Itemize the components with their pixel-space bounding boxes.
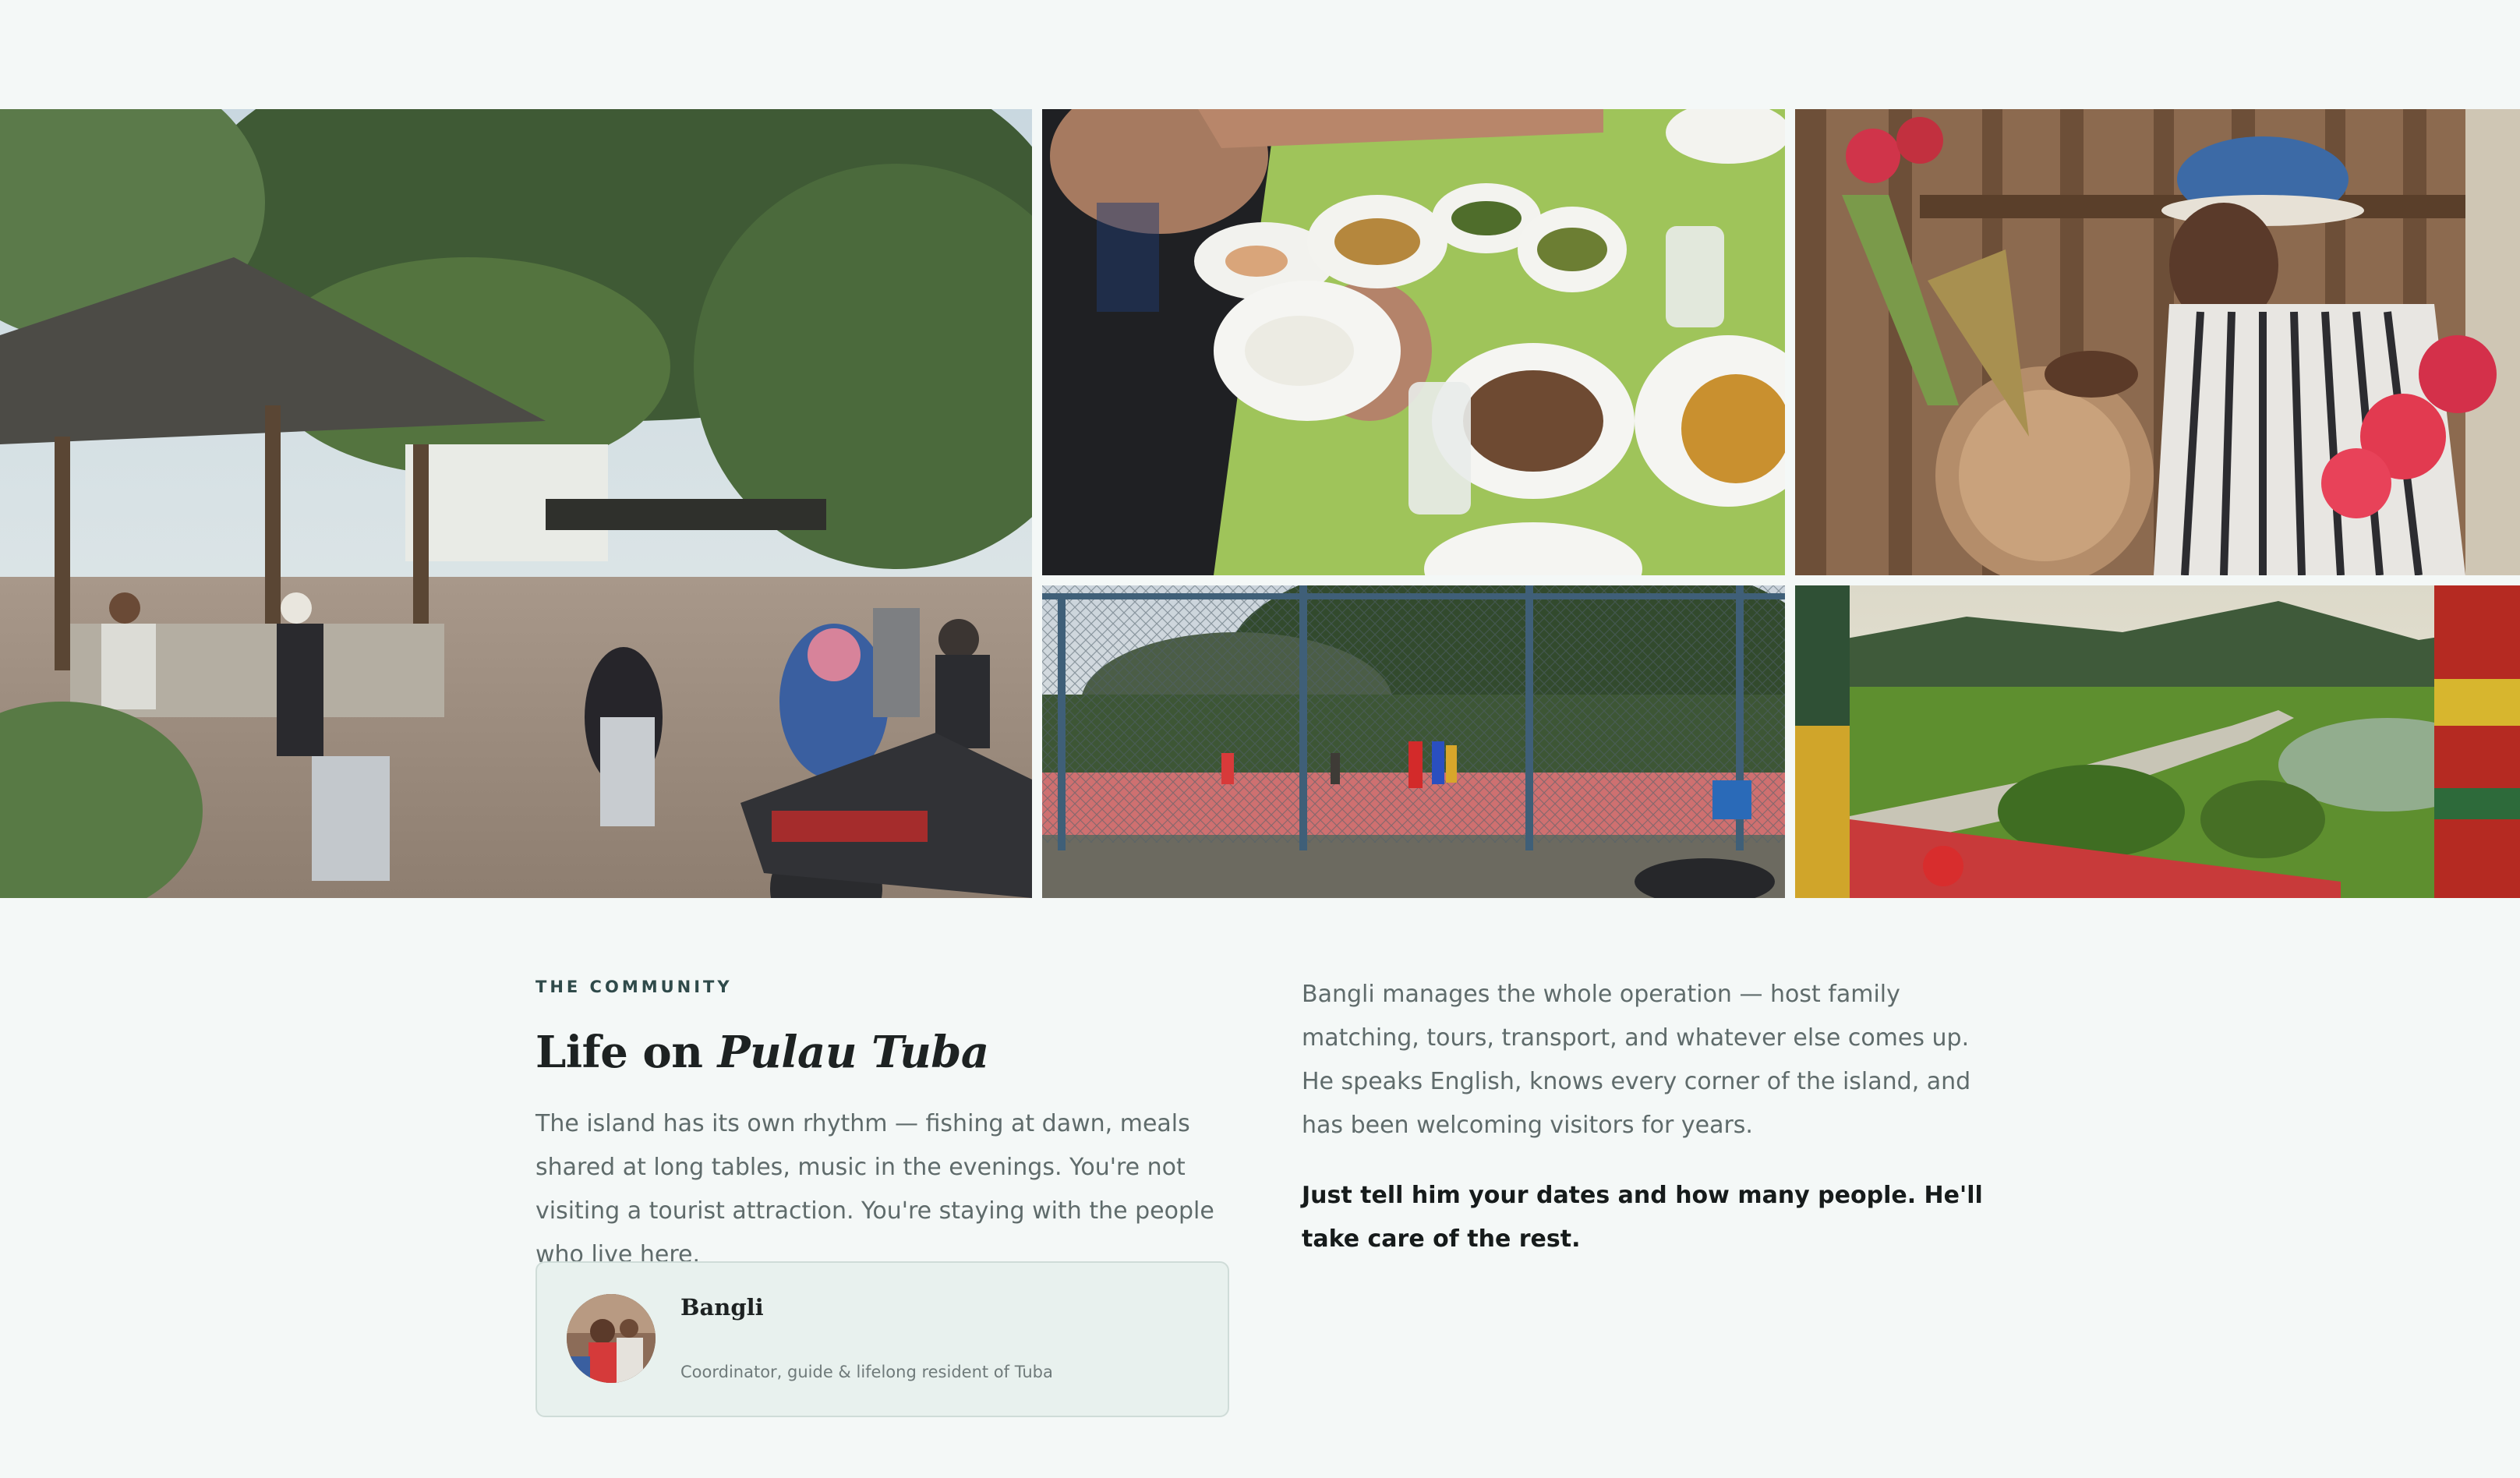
title-plain: Life on (535, 1027, 718, 1078)
host-card: Bangli Coordinator, guide & lifelong res… (535, 1261, 1229, 1417)
operation-paragraph: Bangli manages the whole operation — hos… (1302, 981, 1971, 1139)
photo-gallery (0, 109, 2520, 898)
section-title: Life on Pulau Tuba (535, 1024, 1229, 1080)
photo-drummer (1795, 109, 2520, 575)
photo-village-gathering (0, 109, 1032, 898)
community-details: Bangli manages the whole operation — hos… (1302, 973, 2003, 1261)
section-eyebrow: THE COMMUNITY (535, 978, 733, 996)
photo-football-court (1042, 585, 1785, 898)
title-italic: Pulau Tuba (717, 1027, 989, 1078)
call-to-action-text: Just tell him your dates and how many pe… (1302, 1182, 1983, 1253)
host-name: Bangli (680, 1294, 764, 1321)
avatar (567, 1294, 656, 1383)
host-role: Coordinator, guide & lifelong resident o… (680, 1363, 1053, 1381)
community-intro: THE COMMUNITY Life on Pulau Tuba The isl… (535, 973, 1229, 1417)
photo-rice-field-view (1795, 585, 2520, 898)
intro-paragraph: The island has its own rhythm — fishing … (535, 1110, 1214, 1268)
community-page: THE COMMUNITY Life on Pulau Tuba The isl… (0, 0, 2520, 1478)
photo-shared-meal (1042, 109, 1785, 575)
